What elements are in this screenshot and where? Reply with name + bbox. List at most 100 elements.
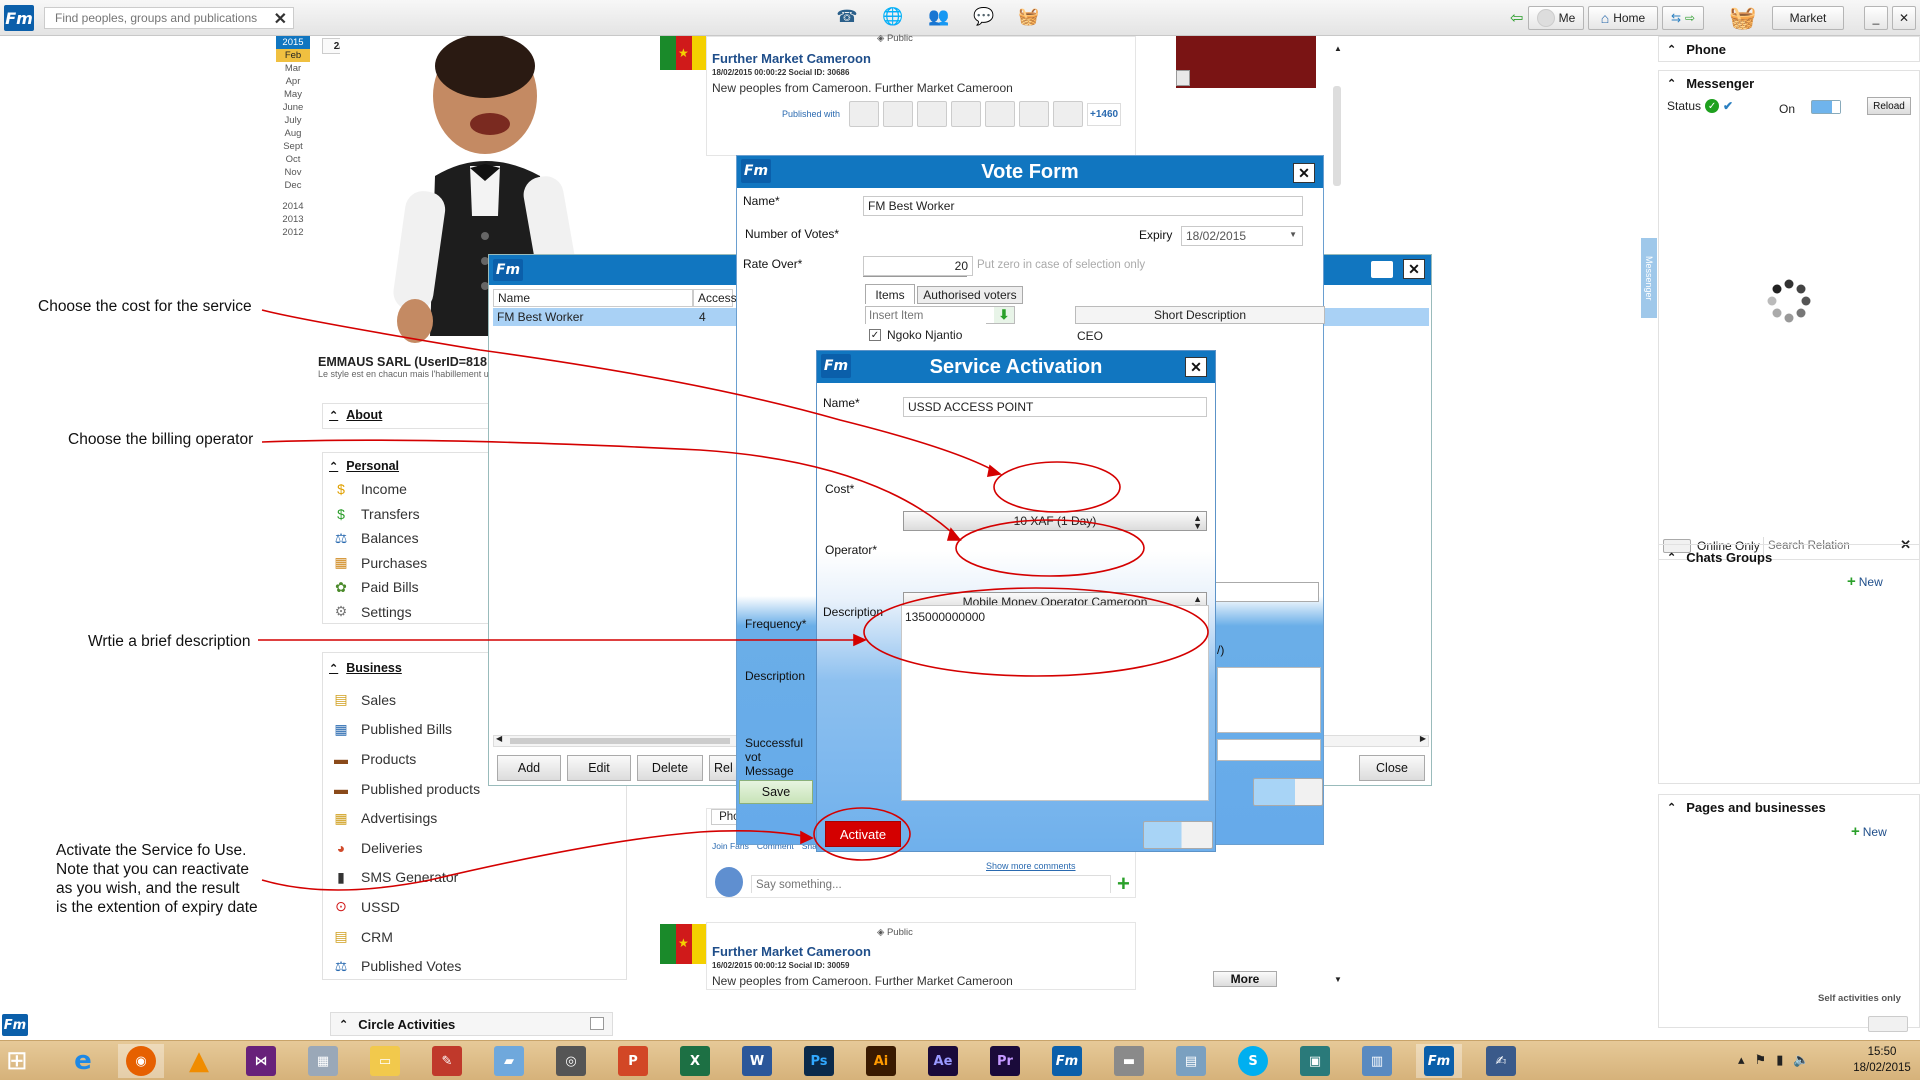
taskbar-vs[interactable]: ⋈ <box>238 1044 284 1078</box>
item-checkbox[interactable]: ✓ <box>869 329 881 341</box>
add-item-arrow-icon[interactable]: ⬇ <box>994 307 1014 323</box>
scroll-up-icon[interactable]: ▲ <box>1334 44 1342 53</box>
sa-description-input[interactable]: 135000000000 <box>901 605 1209 801</box>
add-button[interactable]: Add <box>497 755 561 781</box>
windows-start-icon[interactable]: ⊞ <box>6 1047 28 1073</box>
taskbar-word[interactable]: W <box>734 1044 780 1078</box>
personal-item-transfers[interactable]: $ Transfers <box>323 502 489 527</box>
close-vote-form-button[interactable]: ✕ <box>1293 163 1315 183</box>
month-item[interactable]: June <box>276 101 310 114</box>
vf-frequency-select[interactable] <box>1213 582 1319 602</box>
item-row[interactable]: ✓ Ngoko Njantio <box>869 328 962 342</box>
personal-item-income[interactable]: $ Income <box>323 477 489 502</box>
me-button[interactable]: Me <box>1528 6 1584 30</box>
self-activities-toggle[interactable] <box>1868 1016 1908 1032</box>
month-current[interactable]: Feb <box>276 49 310 62</box>
close-votes-dialog-button[interactable]: ✕ <box>1403 259 1425 279</box>
globe-icon[interactable]: 🌐 <box>879 3 907 31</box>
tab-authorised-voters[interactable]: Authorised voters <box>917 286 1023 304</box>
taskbar-paint[interactable]: ✎ <box>424 1044 470 1078</box>
home-button[interactable]: ⌂ Home <box>1588 6 1658 30</box>
scroll-thumb[interactable] <box>1333 86 1341 186</box>
sa-name-input[interactable]: USSD ACCESS POINT <box>903 397 1207 417</box>
publisher-avatar[interactable] <box>1019 101 1049 127</box>
minimize-button[interactable]: _ <box>1864 6 1888 30</box>
cart-icon[interactable]: 🧺 <box>1728 3 1758 33</box>
new-page-button[interactable]: + New <box>1851 823 1887 840</box>
month-item[interactable]: Dec <box>276 179 310 192</box>
taskbar-firefox[interactable]: ◉ <box>118 1044 164 1078</box>
users-icon[interactable]: 👥 <box>925 3 953 31</box>
taskbar-ie[interactable]: e <box>60 1044 106 1078</box>
tab-items[interactable]: Items <box>865 284 915 304</box>
taskbar-vlc[interactable]: ▲ <box>176 1044 222 1078</box>
messenger-side-tab[interactable]: Messenger <box>1641 238 1657 318</box>
business-item-ussd[interactable]: ⊙ USSD <box>323 892 626 922</box>
business-item-sms-generator[interactable]: ▮ SMS Generator <box>323 863 626 893</box>
business-item-crm[interactable]: ▤ CRM <box>323 922 626 952</box>
taskbar-aftereffects[interactable]: Ae <box>920 1044 966 1078</box>
vf-rate-input[interactable]: 20 <box>863 256 973 276</box>
vf-name-input[interactable]: FM Best Worker <box>863 196 1303 216</box>
phone-section[interactable]: ⌃ Phone <box>1658 36 1920 62</box>
chats-groups-header[interactable]: ⌃ Chats Groups <box>1659 545 1919 569</box>
publisher-avatar[interactable] <box>951 101 981 127</box>
close-app-button[interactable]: ✕ <box>1892 6 1916 30</box>
business-item-deliveries[interactable]: ◕ Deliveries <box>323 833 626 863</box>
personal-item-settings[interactable]: ⚙ Settings <box>323 600 489 625</box>
month-item[interactable]: Apr <box>276 75 310 88</box>
publisher-avatar[interactable] <box>1053 101 1083 127</box>
taskbar-notes[interactable]: ▰ <box>486 1044 532 1078</box>
taskbar-editor[interactable]: ✍ <box>1478 1044 1524 1078</box>
more-button[interactable]: More <box>1213 971 1277 987</box>
post1-title[interactable]: Further Market Cameroon <box>712 51 871 66</box>
personal-item-purchases[interactable]: ▦ Purchases <box>323 551 489 576</box>
month-item[interactable]: July <box>276 114 310 127</box>
vf-success-input[interactable] <box>1217 739 1321 761</box>
col-access-header[interactable]: Access <box>693 289 737 307</box>
post2-title[interactable]: Further Market Cameroon <box>712 944 871 959</box>
taskbar-fm-active[interactable]: Fm <box>1416 1044 1462 1078</box>
taskbar-skype[interactable]: S <box>1230 1044 1276 1078</box>
basket-icon[interactable]: 🧺 <box>1015 3 1043 31</box>
taskbar-drive[interactable]: ▬ <box>1106 1044 1152 1078</box>
back-arrow-icon[interactable]: ⇦ <box>1510 8 1523 28</box>
status-toggle[interactable] <box>1811 100 1841 114</box>
show-more-comments-link[interactable]: Show more comments <box>986 861 1076 871</box>
maximize-button[interactable] <box>1371 261 1393 278</box>
activate-button[interactable]: Activate <box>825 821 901 847</box>
clear-search-icon[interactable]: ✕ <box>274 9 287 29</box>
insert-item-input[interactable] <box>866 308 986 324</box>
business-item-published-votes[interactable]: ⚖ Published Votes <box>323 951 626 981</box>
publisher-avatar[interactable] <box>917 101 947 127</box>
vf-expiry-input[interactable]: 18/02/2015 ▼ <box>1181 226 1303 246</box>
col-name-header[interactable]: Name <box>493 289 693 307</box>
taskbar-fm[interactable]: Fm <box>1044 1044 1090 1078</box>
pages-businesses-header[interactable]: ⌃ Pages and businesses <box>1659 795 1919 819</box>
personal-item-balances[interactable]: ⚖ Balances <box>323 526 489 551</box>
year-current[interactable]: 2015 <box>276 36 310 49</box>
close-service-activation-button[interactable]: ✕ <box>1185 357 1207 377</box>
close-button[interactable]: Close <box>1359 755 1425 781</box>
chat-icon[interactable]: 💬 <box>970 3 998 31</box>
status-online-icon[interactable]: ✓ <box>1705 99 1720 113</box>
sa-toggle[interactable] <box>1143 821 1213 849</box>
skype-like-icon[interactable]: ☎ <box>833 3 861 31</box>
taskbar-premiere[interactable]: Pr <box>982 1044 1028 1078</box>
publisher-more-count[interactable]: +1460 <box>1087 102 1122 126</box>
taskbar-calc[interactable]: ▦ <box>300 1044 346 1078</box>
month-item[interactable]: Sept <box>276 140 310 153</box>
reload-messenger-button[interactable]: Reload <box>1867 97 1911 115</box>
fm-logo[interactable]: Fm <box>4 5 34 31</box>
month-item[interactable]: Nov <box>276 166 310 179</box>
year-item[interactable]: 2012 <box>276 226 310 239</box>
taskbar-powerpoint[interactable]: P <box>610 1044 656 1078</box>
flag-icon[interactable]: ⚑ <box>1755 1052 1767 1068</box>
new-chat-group-button[interactable]: + New <box>1847 573 1883 590</box>
say-something-input[interactable] <box>752 877 1110 893</box>
scroll-down-icon[interactable]: ▼ <box>1334 975 1342 984</box>
taskbar-remote[interactable]: ▥ <box>1354 1044 1400 1078</box>
market-button[interactable]: Market <box>1772 6 1844 30</box>
edit-button[interactable]: Edit <box>567 755 631 781</box>
taskbar-photoshop[interactable]: Ps <box>796 1044 842 1078</box>
